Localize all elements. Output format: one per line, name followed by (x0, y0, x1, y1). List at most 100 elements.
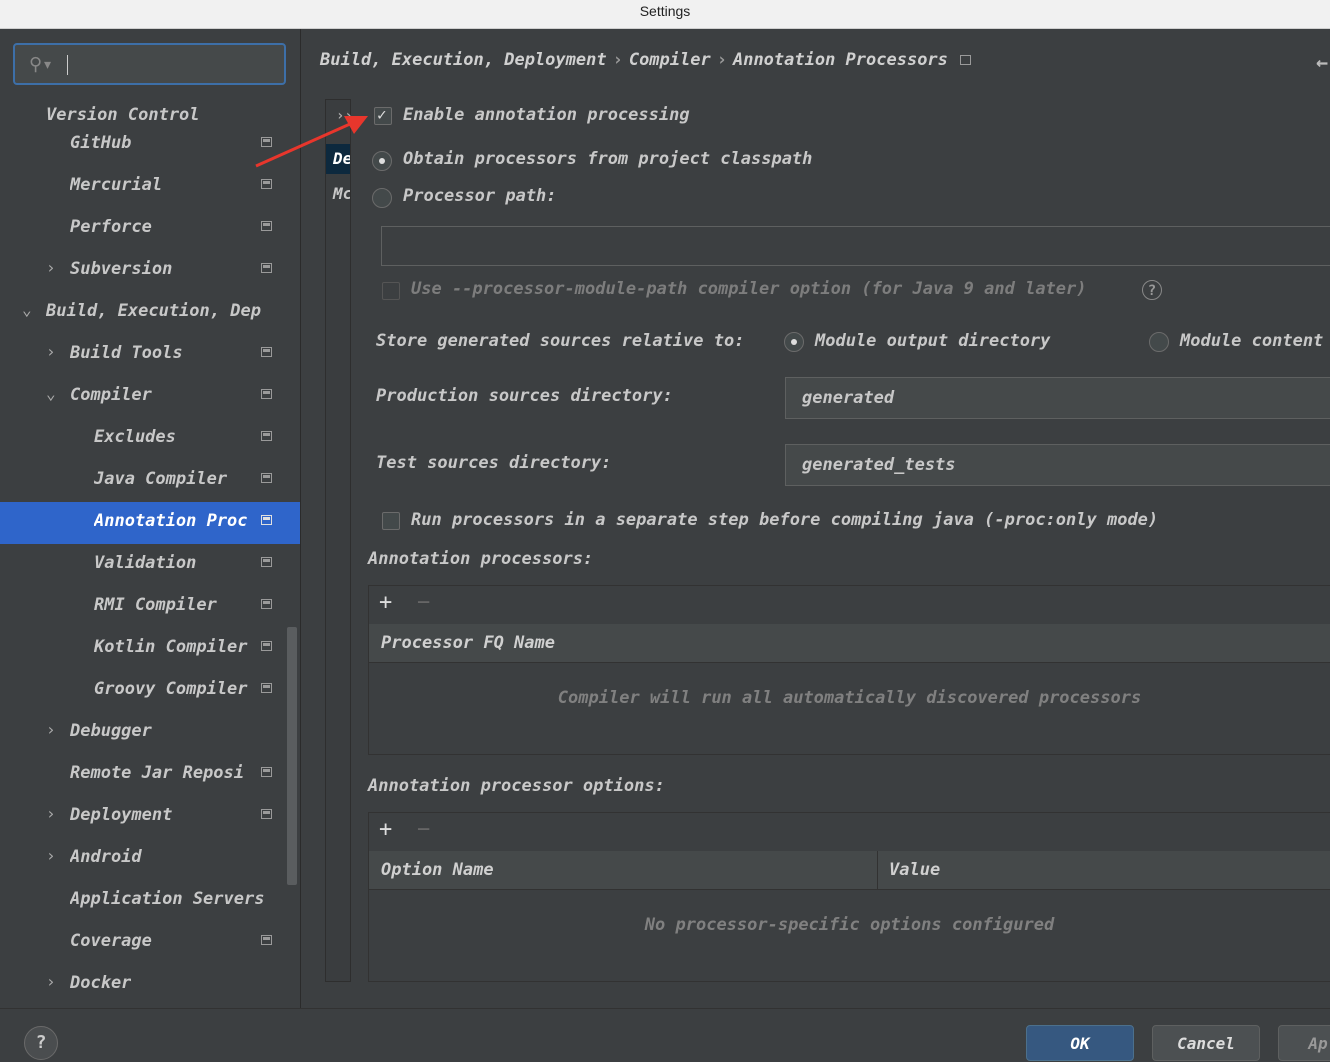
column-value[interactable]: Value (889, 860, 940, 880)
module-path-checkbox[interactable] (382, 282, 400, 300)
text-caret (67, 55, 68, 75)
sidebar-item-docker[interactable]: › Docker (0, 967, 286, 1008)
breadcrumb-separator: › (716, 50, 727, 70)
sidebar-item-excludes[interactable]: Excludes (0, 421, 286, 463)
project-scope-icon (261, 599, 272, 609)
sidebar-item-subversion[interactable]: › Subversion (0, 253, 286, 295)
sidebar-item-groovy-compiler[interactable]: Groovy Compiler (0, 673, 286, 715)
sidebar-item-compiler[interactable]: ⌄ Compiler (0, 379, 286, 421)
search-input[interactable]: ⚲▾ (13, 43, 286, 85)
annotation-processor-options-table: + − Option Name Value No processor-speci… (368, 812, 1330, 982)
obtain-from-classpath-label: Obtain processors from project classpath (403, 149, 813, 169)
breadcrumb-annotation-processors: Annotation Processors (732, 50, 948, 70)
table-toolbar: + − (369, 586, 1330, 625)
test-sources-field[interactable]: generated_tests (785, 444, 1330, 486)
module-content-root-radio[interactable] (1149, 332, 1169, 352)
sidebar-item-java-compiler[interactable]: Java Compiler (0, 463, 286, 505)
remove-icon[interactable]: − (417, 590, 430, 615)
chevron-right-icon[interactable]: › (46, 342, 56, 361)
sidebar-item-annotation-processors[interactable]: Annotation Proc (0, 502, 300, 544)
module-content-root-label: Module content (1180, 331, 1324, 351)
processor-path-radio[interactable] (372, 188, 392, 208)
sidebar-item-github[interactable]: GitHub (0, 127, 286, 169)
sidebar-item-perforce[interactable]: Perforce (0, 211, 286, 253)
sidebar-item-label: Compiler (70, 385, 152, 405)
chevron-right-icon[interactable]: › (46, 972, 56, 991)
sidebar-item-label: GitHub (70, 133, 132, 153)
search-icon[interactable]: ⚲▾ (29, 54, 53, 75)
module-output-directory-label: Module output directory (815, 331, 1051, 351)
chevron-right-icon[interactable]: › (46, 846, 56, 865)
production-sources-label: Production sources directory: (376, 386, 673, 406)
processor-path-field[interactable] (381, 226, 1330, 266)
chevron-down-icon[interactable]: ⌄ (46, 384, 56, 403)
add-icon[interactable]: + (379, 590, 392, 615)
project-scope-icon (261, 431, 272, 441)
column-processor-fq-name[interactable]: Processor FQ Name (381, 633, 555, 653)
sidebar-item-rmi-compiler[interactable]: RMI Compiler (0, 589, 286, 631)
module-output-directory-radio[interactable] (784, 332, 804, 352)
sidebar-item-coverage[interactable]: Coverage (0, 925, 286, 967)
sidebar-item-label: Annotation Proc (94, 511, 248, 531)
sidebar-item-deployment[interactable]: › Deployment (0, 799, 286, 841)
help-question-icon[interactable]: ? (1142, 280, 1162, 300)
chevron-right-icon[interactable]: › (46, 804, 56, 823)
project-scope-icon (261, 767, 272, 777)
chevron-right-icon[interactable]: › (46, 720, 56, 739)
chevron-right-icon[interactable]: › (46, 258, 56, 277)
sidebar-item-label: Remote Jar Reposi (70, 763, 244, 783)
run-separate-step-label: Run processors in a separate step before… (411, 510, 1159, 530)
run-separate-step-checkbox[interactable] (382, 512, 400, 530)
sidebar-item-label: Groovy Compiler (94, 679, 248, 699)
processor-path-label: Processor path: (403, 186, 557, 206)
apply-button[interactable]: Ap (1278, 1025, 1330, 1061)
sidebar-item-debugger[interactable]: › Debugger (0, 715, 286, 757)
sidebar-item-android[interactable]: › Android (0, 841, 286, 883)
sidebar-item-label: Perforce (70, 217, 152, 237)
sidebar-item-label: Validation (94, 553, 197, 573)
enable-annotation-processing-checkbox[interactable] (374, 105, 392, 125)
project-scope-icon (261, 515, 272, 525)
sidebar-item-application-servers[interactable]: Application Servers (0, 883, 286, 925)
obtain-from-classpath-radio[interactable] (372, 151, 392, 171)
column-divider (877, 851, 878, 889)
sidebar-item-label: Kotlin Compiler (94, 637, 248, 657)
sidebar-item-label: Android (70, 847, 142, 867)
sidebar-item-kotlin-compiler[interactable]: Kotlin Compiler (0, 631, 286, 673)
annotation-processors-title: Annotation processors: (368, 549, 594, 569)
project-scope-icon (261, 473, 272, 483)
sidebar-item-validation[interactable]: Validation (0, 547, 286, 589)
sidebar-item-mercurial[interactable]: Mercurial (0, 169, 286, 211)
sidebar-item-build-tools[interactable]: › Build Tools (0, 337, 286, 379)
processor-profiles-list: ›› De Mc (325, 99, 353, 982)
back-arrow-icon[interactable]: ← (1316, 50, 1328, 74)
profile-module[interactable]: Mc (326, 179, 350, 209)
help-button[interactable]: ? (24, 1026, 58, 1060)
annotation-processor-options-title: Annotation processor options: (368, 776, 665, 796)
project-scope-icon (261, 935, 272, 945)
project-scope-icon (261, 683, 272, 693)
breadcrumb-compiler[interactable]: Compiler (629, 50, 711, 70)
sidebar-item-build-execution-deployment[interactable]: ⌄ Build, Execution, Dep (0, 295, 286, 337)
cancel-button[interactable]: Cancel (1152, 1025, 1260, 1061)
breadcrumb-build-execution-deployment[interactable]: Build, Execution, Deployment (320, 50, 607, 70)
column-option-name[interactable]: Option Name (381, 860, 494, 880)
remove-icon[interactable]: − (417, 817, 430, 842)
sidebar-item-label: Build Tools (70, 343, 183, 363)
ok-button[interactable]: OK (1026, 1025, 1134, 1061)
production-sources-field[interactable]: generated (785, 377, 1330, 419)
project-scope-icon (261, 179, 272, 189)
project-scope-icon (261, 347, 272, 357)
annotation-arrow-icon (255, 116, 368, 168)
sidebar-scrollbar[interactable] (287, 627, 297, 885)
add-icon[interactable]: + (379, 817, 392, 842)
sidebar-item-label: Deployment (70, 805, 173, 825)
sidebar-item-label: RMI Compiler (94, 595, 217, 615)
window-title: Settings (0, 0, 1330, 29)
chevron-down-icon[interactable]: ⌄ (22, 300, 32, 319)
sidebar-item-label: Excludes (94, 427, 176, 447)
annotation-processors-table: + − Processor FQ Name Compiler will run … (368, 585, 1330, 755)
sidebar-item-label: Debugger (70, 721, 152, 741)
sidebar-item-remote-jar-repositories[interactable]: Remote Jar Reposi (0, 757, 286, 799)
project-scope-icon (261, 389, 272, 399)
